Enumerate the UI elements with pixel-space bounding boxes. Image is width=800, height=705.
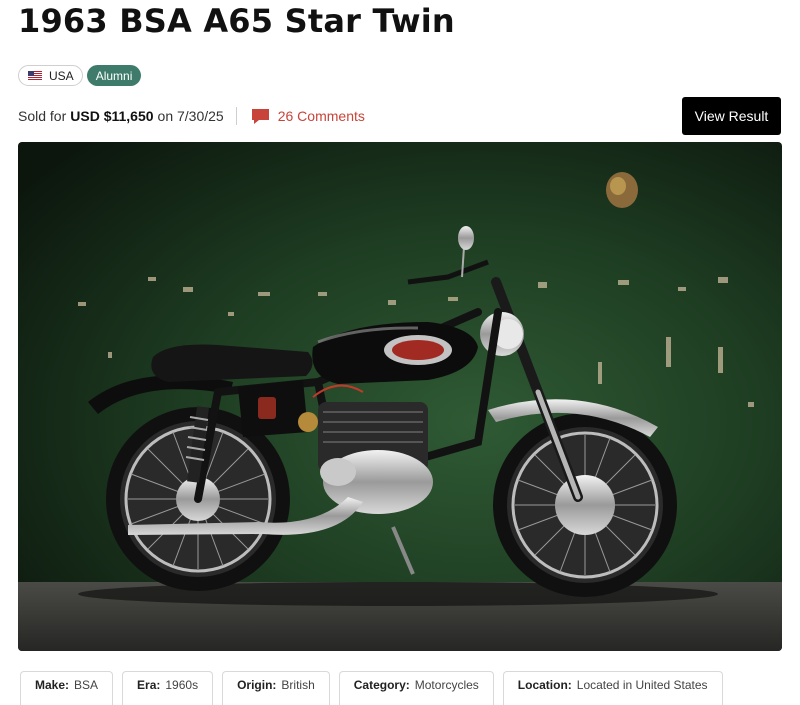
- comments-label: 26 Comments: [277, 108, 365, 124]
- listing-title: 1963 BSA A65 Star Twin: [18, 2, 455, 40]
- sold-price: USD $11,650: [70, 108, 154, 124]
- divider: [235, 107, 237, 125]
- spec-value: Motorcycles: [414, 677, 479, 692]
- spec-key: Category:: [353, 677, 410, 692]
- spec-key: Origin:: [237, 677, 277, 692]
- listing-chips: USA Alumni: [18, 65, 142, 86]
- listing-photo[interactable]: [18, 142, 782, 651]
- sold-prefix: Sold for: [18, 108, 67, 124]
- spec-value: 1960s: [165, 677, 199, 692]
- spec-value: Located in United States: [576, 677, 708, 692]
- spec-key: Location:: [517, 677, 572, 692]
- country-chip-label: USA: [49, 68, 74, 83]
- spec-key: Era:: [137, 677, 161, 692]
- view-result-button[interactable]: View Result: [682, 97, 781, 135]
- us-flag-icon: [28, 71, 42, 80]
- alumni-chip[interactable]: Alumni: [86, 65, 142, 86]
- comments-link[interactable]: 26 Comments: [251, 108, 365, 125]
- country-chip[interactable]: USA: [18, 65, 83, 86]
- sold-date: on 7/30/25: [157, 108, 224, 124]
- speech-bubble-icon: [251, 108, 269, 124]
- spec-key: Make:: [35, 677, 70, 692]
- motorcycle-photo-image: [18, 142, 782, 651]
- spec-value: BSA: [74, 677, 99, 692]
- spec-value: British: [281, 677, 315, 692]
- sold-line: Sold for USD $11,650 on 7/30/25 26 Comme…: [18, 106, 365, 126]
